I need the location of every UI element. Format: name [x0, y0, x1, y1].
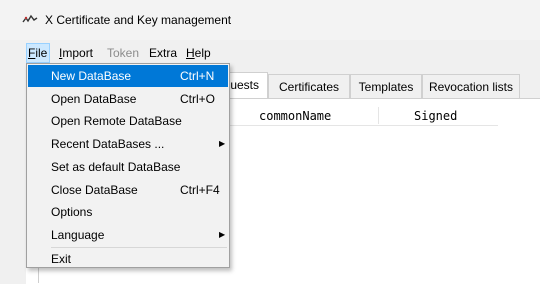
title-bar: X Certificate and Key management	[0, 0, 540, 40]
menu-item-open-database[interactable]: Open DataBase Ctrl+O	[28, 88, 228, 110]
menu-item-recent-databases[interactable]: Recent DataBases ... ▶	[28, 133, 228, 155]
menu-item-new-database[interactable]: New DataBase Ctrl+N	[28, 65, 228, 87]
menu-item-exit[interactable]: Exit	[28, 248, 228, 270]
menu-token: Token	[107, 46, 140, 60]
menu-help[interactable]: Help	[186, 44, 211, 62]
menu-file[interactable]: File	[26, 43, 50, 63]
submenu-arrow-icon: ▶	[219, 230, 226, 239]
menu-item-open-remote-database[interactable]: Open Remote DataBase	[28, 110, 228, 132]
tab-revocation-lists[interactable]: Revocation lists	[422, 74, 520, 98]
file-menu-dropdown: New DataBase Ctrl+N Open DataBase Ctrl+O…	[26, 63, 230, 268]
menu-item-language[interactable]: Language ▶	[28, 224, 228, 246]
menu-item-options[interactable]: Options	[28, 201, 228, 223]
menu-item-close-database[interactable]: Close DataBase Ctrl+F4	[28, 179, 228, 201]
menu-import[interactable]: Import	[59, 44, 93, 62]
submenu-arrow-icon: ▶	[219, 139, 226, 148]
window-title: X Certificate and Key management	[45, 13, 232, 27]
menu-extra[interactable]: Extra	[149, 44, 177, 62]
tab-templates[interactable]: Templates	[350, 74, 422, 98]
column-divider[interactable]	[378, 107, 379, 124]
tab-certificates[interactable]: Certificates	[268, 74, 350, 98]
column-header-commonname[interactable]: commonName	[259, 107, 331, 125]
column-header-signed[interactable]: Signed	[414, 107, 457, 125]
app-logo-icon	[22, 14, 38, 23]
menu-item-set-default-database[interactable]: Set as default DataBase	[28, 156, 228, 178]
